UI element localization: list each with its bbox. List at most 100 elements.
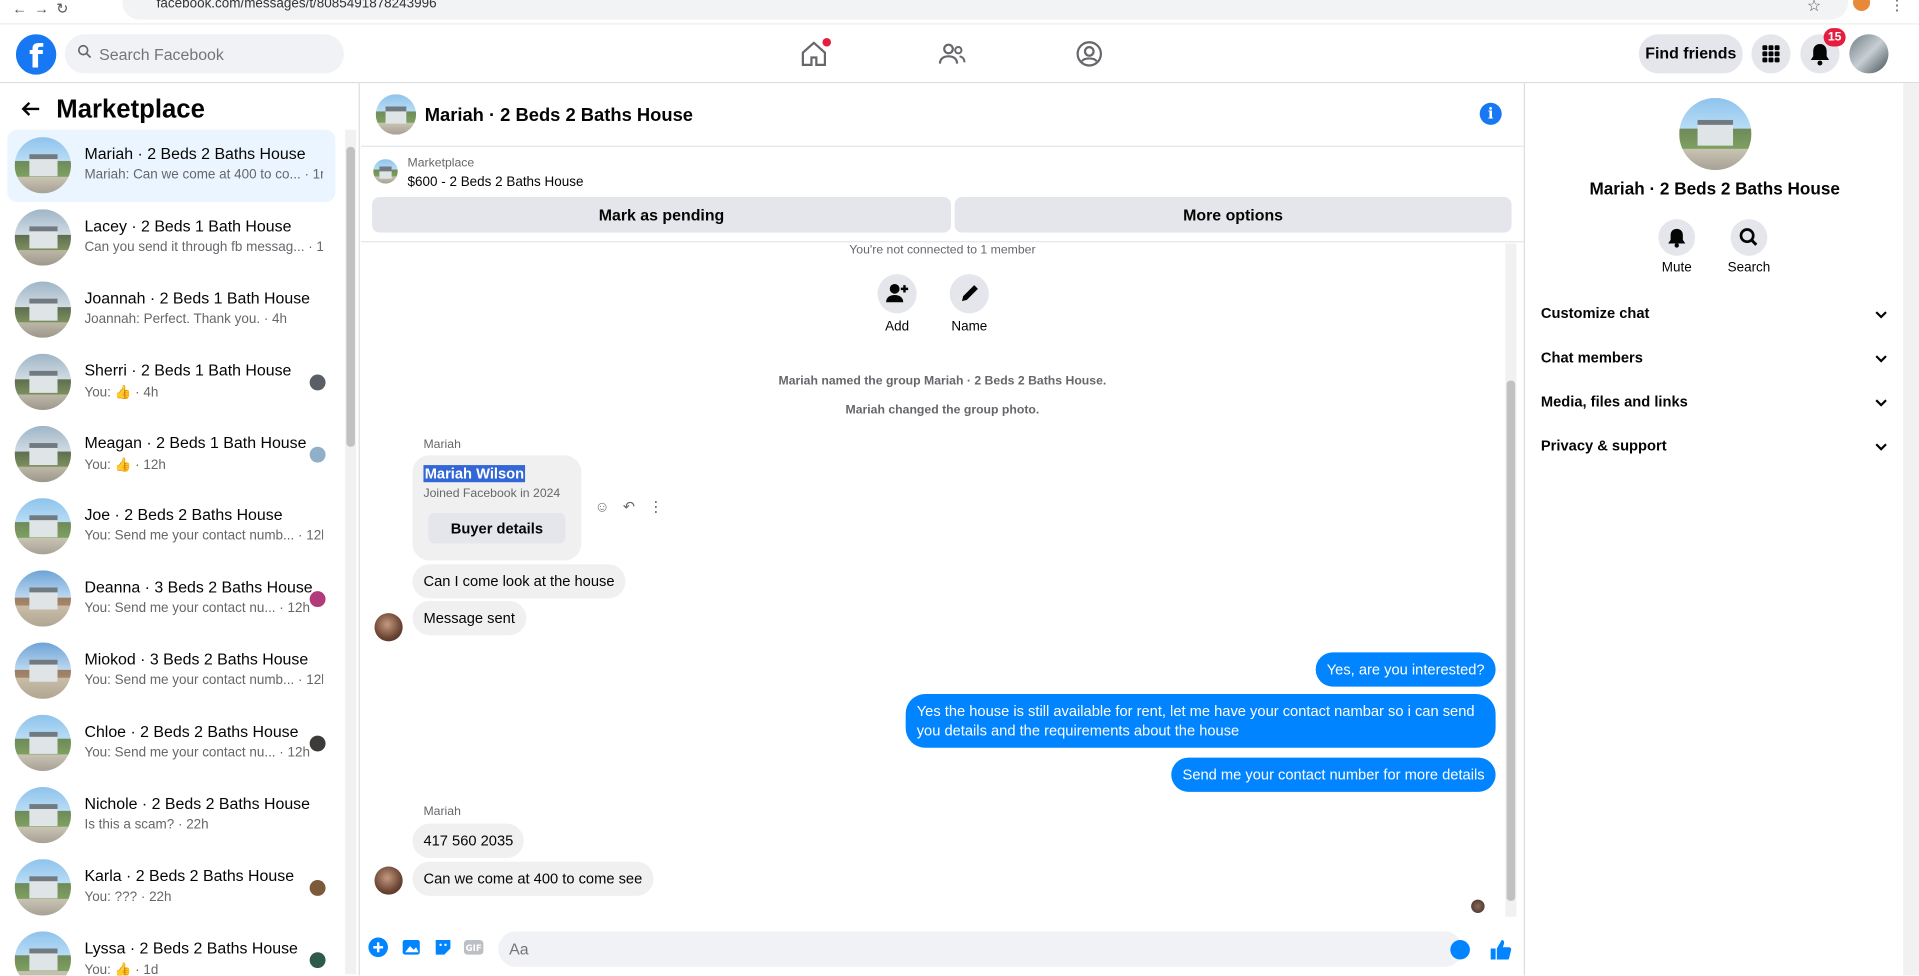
bookmark-star-icon[interactable]: ☆ [1807,0,1821,16]
conversation-name: Lacey · 2 Beds 1 Bath House [84,216,292,235]
conversation-snippet: Mariah: Can we come at 400 to co... · 1m [84,167,324,183]
photo-icon[interactable] [401,938,421,958]
participant-avatar [309,591,326,608]
marketplace-label: Marketplace [407,156,475,171]
customize-chat-section[interactable]: Customize chat [1541,305,1896,329]
conversation-item[interactable]: Nichole · 2 Beds 2 Baths House Is this a… [7,780,335,852]
conversation-list: Mariah · 2 Beds 2 Baths House Mariah: Ca… [7,129,337,976]
mark-as-pending-button[interactable]: Mark as pending [372,197,951,233]
chat-details-panel: Mariah · 2 Beds 2 Baths House Mute Searc… [1523,83,1904,976]
back-arrow-icon[interactable]: ← [12,0,34,17]
conversation-item[interactable]: Sherri · 2 Beds 1 Bath House You: 👍 · 4h [7,346,335,418]
listing-thumbnail [14,209,71,266]
seen-avatar [1471,899,1485,914]
conversation-name: Mariah · 2 Beds 2 Baths House [84,144,306,163]
conversation-item[interactable]: Lyssa · 2 Beds 2 Baths House You: 👍 · 1d [7,924,335,976]
conversation-item[interactable]: Karla · 2 Beds 2 Baths House You: ??? · … [7,852,335,924]
not-connected-notice: You're not connected to 1 member [849,243,1036,258]
message-thread: You're not connected to 1 member Add Nam… [361,244,1524,917]
more-icon[interactable]: ⋮ [643,498,670,515]
more-options-button[interactable]: More options [954,197,1512,233]
reply-icon[interactable]: ↶ [616,498,643,515]
incoming-message[interactable]: Message sent [412,600,526,636]
forward-arrow-icon[interactable]: → [34,0,56,17]
search-conversation-button[interactable] [1730,219,1768,256]
emoji-icon[interactable] [1450,939,1470,960]
profile-circle-icon[interactable] [1075,39,1104,68]
buyer-details-button[interactable]: Buyer details [428,512,566,544]
add-member-button[interactable] [877,274,917,314]
chat-members-section[interactable]: Chat members [1541,349,1896,373]
outgoing-message[interactable]: Send me your contact number for more det… [1171,757,1496,792]
conversation-item[interactable]: Meagan · 2 Beds 1 Bath House You: 👍 · 12… [7,419,335,491]
chat-scrollbar[interactable] [1505,243,1517,917]
react-emoji-icon[interactable]: ☺ [589,498,616,515]
find-friends-button[interactable]: Find friends [1638,34,1743,74]
thumbs-up-icon[interactable] [1488,938,1512,962]
outgoing-message[interactable]: Yes the house is still available for ren… [905,693,1496,748]
conversation-snippet: You: 👍 · 4h [84,385,159,401]
url-text[interactable]: facebook.com/messages/t/8085491878243996 [157,0,437,11]
facebook-logo-icon[interactable]: f [15,34,57,75]
browser-nav: ← → ↻ [12,0,78,17]
incoming-message[interactable]: Can I come look at the house [412,564,626,599]
browser-menu-icon[interactable]: ⋮ [1890,0,1905,13]
sidebar-scrollbar[interactable] [345,129,357,975]
conversation-name: Lyssa · 2 Beds 2 Baths House [84,938,298,958]
buyer-name[interactable]: Mariah Wilson [423,465,526,483]
group-photo[interactable] [1679,97,1752,171]
info-icon[interactable]: i [1479,102,1502,125]
reload-icon[interactable]: ↻ [56,0,78,17]
friends-icon[interactable] [938,39,967,68]
participant-avatar [309,952,326,969]
listing-thumbnail [14,859,71,916]
account-avatar[interactable] [1849,34,1889,74]
conversation-item[interactable]: Deanna · 3 Beds 2 Baths House You: Send … [7,563,335,635]
incoming-message[interactable]: 417 560 2035 [412,823,525,858]
mute-button[interactable] [1658,219,1696,256]
conversation-snippet: You: Send me your contact numb... · 12h [84,528,324,544]
conversation-name: Miokod · 3 Beds 2 Baths House [84,649,309,669]
chevron-down-icon [1875,399,1887,407]
chat-title[interactable]: Mariah · 2 Beds 2 Baths House [425,105,693,126]
listing-thumbnail [14,714,71,772]
top-navigation: f Find friends 15 [0,24,1919,84]
back-arrow-icon[interactable] [20,98,42,120]
conversation-item[interactable]: Miokod · 3 Beds 2 Baths House You: Send … [7,635,335,707]
section-label: Chat members [1540,348,1643,366]
conversation-name: Deanna · 3 Beds 2 Baths House [84,577,313,597]
sender-name: Mariah [423,438,461,452]
plus-circle-icon[interactable] [368,937,388,958]
message-input[interactable] [498,931,1463,967]
sender-name: Mariah [423,805,461,819]
privacy-support-section[interactable]: Privacy & support [1541,437,1896,461]
outgoing-message[interactable]: Yes, are you interested? [1315,652,1496,687]
conversation-item[interactable]: Chloe · 2 Beds 2 Baths House You: Send m… [7,707,335,779]
conversation-item[interactable]: Joannah · 2 Beds 1 Bath House Joannah: P… [7,274,335,346]
conversation-item[interactable]: Lacey · 2 Beds 1 Bath House Can you send… [7,202,335,274]
sender-avatar[interactable] [374,613,403,642]
incoming-message[interactable]: Can we come at 400 to come see [412,861,654,896]
browser-profile-icon[interactable] [1852,0,1871,12]
bell-icon [1668,228,1686,248]
listing-price-title[interactable]: $600 - 2 Beds 2 Baths House [408,175,584,190]
listing-thumbnail [14,642,71,699]
page-scrollbar[interactable] [1903,83,1919,976]
listing-thumbnail[interactable] [373,159,398,184]
chevron-down-icon [1875,443,1887,451]
search-input[interactable] [99,34,332,74]
sticker-icon[interactable] [433,938,453,958]
conversation-name: Chloe · 2 Beds 2 Baths House [84,722,299,741]
message-line: Yes the house is still available for ren… [916,702,1475,720]
search-box[interactable] [64,34,344,74]
media-files-links-section[interactable]: Media, files and links [1541,393,1896,417]
gif-icon[interactable]: GIF [463,938,484,958]
chat-avatar[interactable] [375,94,417,135]
conversation-item[interactable]: Mariah · 2 Beds 2 Baths House Mariah: Ca… [7,129,336,202]
sender-avatar[interactable] [374,866,403,895]
name-group-button[interactable] [949,274,989,314]
menu-grid-button[interactable] [1751,34,1791,74]
message-line: you details and the requirements about t… [916,722,1240,740]
conversation-item[interactable]: Joe · 2 Beds 2 Baths House You: Send me … [7,491,335,563]
listing-thumbnail [14,786,71,844]
